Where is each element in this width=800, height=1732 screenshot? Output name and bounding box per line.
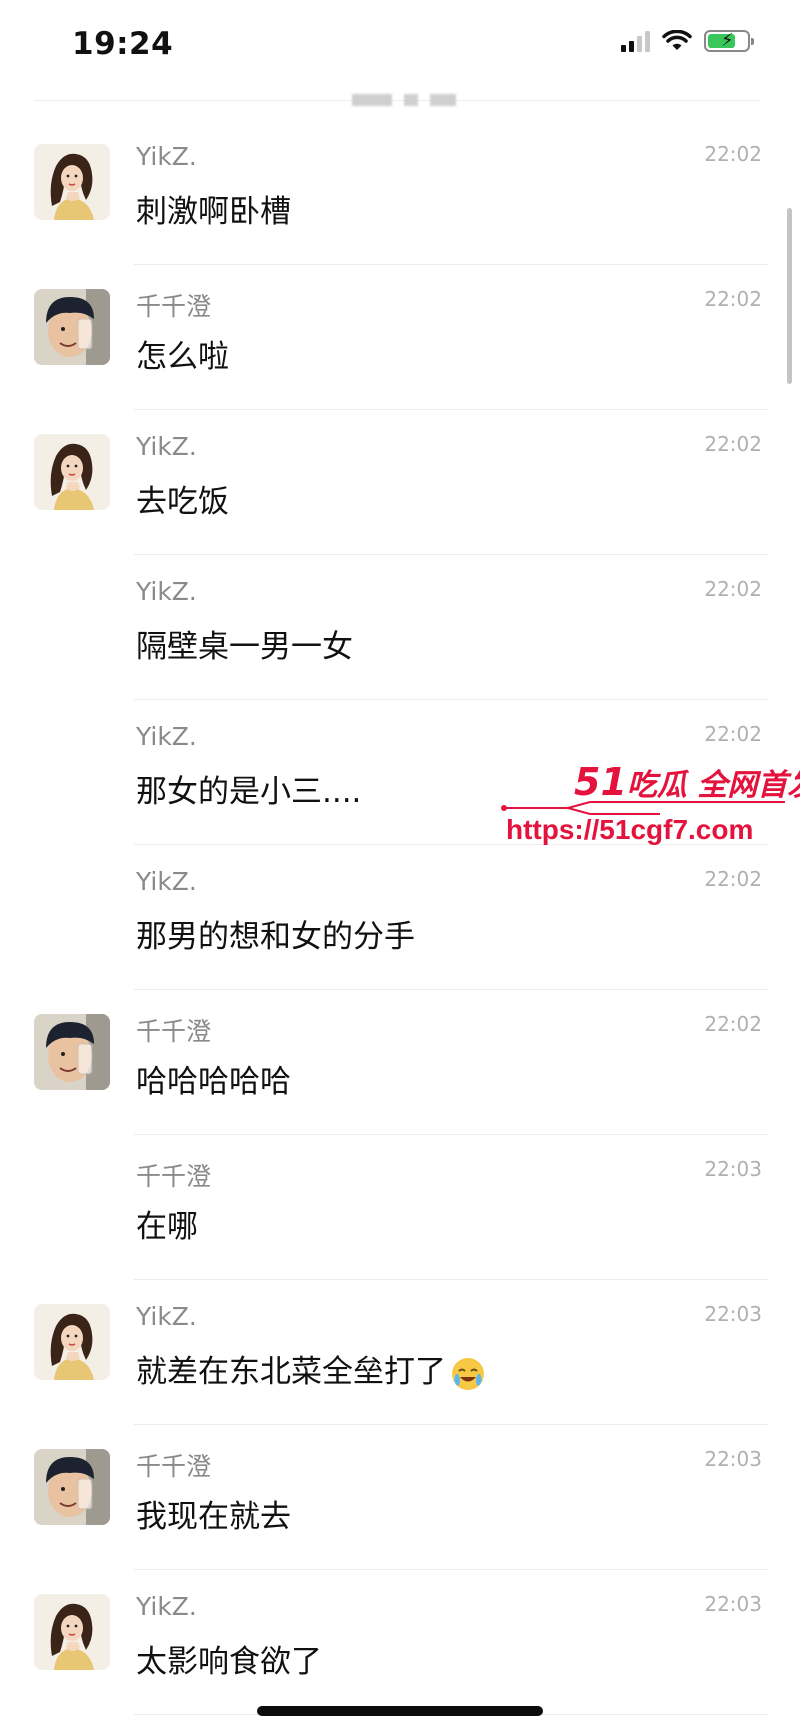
sender-name: 千千澄 (136, 292, 212, 321)
sender-name: 千千澄 (136, 1017, 212, 1046)
message-text-content: 就差在东北菜全垒打了 (136, 1354, 446, 1390)
message-text-content: 去吃饭 (136, 484, 229, 520)
message-text: 那男的想和女的分手 (136, 911, 415, 956)
watermark-brand: 51吃瓜 全网首发 (574, 760, 800, 804)
home-indicator[interactable] (257, 1706, 543, 1716)
message-text-content: 那男的想和女的分手 (136, 919, 415, 955)
message-text-content: 哈哈哈哈哈 (136, 1064, 291, 1100)
message-text-content: 太影响食欲了 (136, 1644, 322, 1680)
message-time: 22:02 (704, 287, 762, 311)
message-row[interactable]: YikZ. 22:02 刺激啊卧槽 (0, 120, 800, 265)
sender-name: YikZ. (136, 1592, 197, 1621)
message-text: 去吃饭 (136, 476, 229, 521)
message-text-content: 怎么啦 (136, 339, 229, 375)
message-time: 22:03 (704, 1157, 762, 1181)
message-row[interactable]: YikZ. 22:03 就差在东北菜全垒打了 (0, 1280, 800, 1425)
message-row[interactable]: YikZ. 22:03 太影响食欲了 (0, 1570, 800, 1715)
sender-name: YikZ. (136, 577, 197, 606)
message-time: 22:03 (704, 1447, 762, 1471)
message-time: 22:02 (704, 722, 762, 746)
message-text: 哈哈哈哈哈 (136, 1056, 291, 1101)
belle-avatar[interactable] (34, 1304, 110, 1380)
message-time: 22:03 (704, 1302, 762, 1326)
message-row[interactable]: 千千澄 22:03 在哪 (0, 1135, 800, 1280)
man-avatar[interactable] (34, 289, 110, 365)
watermark-brand-number: 51 (574, 760, 627, 804)
message-row[interactable]: YikZ. 22:02 去吃饭 (0, 410, 800, 555)
status-time: 19:24 (72, 26, 174, 62)
blurred-title (352, 94, 456, 106)
message-list[interactable]: YikZ. 22:02 刺激啊卧槽 千千澄 22:02 怎么啦 YikZ. 22:02 去吃饭 Y… (0, 120, 800, 1715)
sender-name: YikZ. (136, 867, 197, 896)
message-row[interactable]: YikZ. 22:02 那男的想和女的分手 (0, 845, 800, 990)
sender-name: YikZ. (136, 432, 197, 461)
message-time: 22:03 (704, 1592, 762, 1616)
watermark: 51吃瓜 全网首发 https://51cgf7.com (500, 760, 800, 860)
message-time: 22:02 (704, 142, 762, 166)
wifi-icon (662, 30, 692, 50)
man-avatar[interactable] (34, 1449, 110, 1525)
cellular-signal-icon (621, 30, 650, 52)
watermark-url: https://51cgf7.com (506, 814, 754, 845)
message-text: 我现在就去 (136, 1491, 291, 1536)
message-row[interactable]: YikZ. 22:02 隔壁桌一男一女 (0, 555, 800, 700)
sender-name: YikZ. (136, 722, 197, 751)
belle-avatar[interactable] (34, 144, 110, 220)
message-text: 怎么啦 (136, 331, 229, 376)
message-text-content: 刺激啊卧槽 (136, 194, 291, 230)
belle-avatar[interactable] (34, 434, 110, 510)
battery-icon: ⚡ (704, 30, 754, 52)
message-text-content: 隔壁桌一男一女 (136, 629, 353, 665)
message-text: 就差在东北菜全垒打了 (136, 1346, 486, 1392)
sender-name: 千千澄 (136, 1452, 212, 1481)
sender-name: YikZ. (136, 1302, 197, 1331)
message-text: 那女的是小三.... (136, 766, 361, 811)
message-text: 在哪 (136, 1201, 198, 1246)
message-row[interactable]: 千千澄 22:03 我现在就去 (0, 1425, 800, 1570)
message-text: 刺激啊卧槽 (136, 186, 291, 231)
status-bar: 19:24 ⚡ (0, 0, 800, 96)
crying-laughing-emoji (446, 1354, 486, 1390)
message-row[interactable]: 千千澄 22:02 哈哈哈哈哈 (0, 990, 800, 1135)
scrollbar[interactable] (787, 208, 792, 384)
message-time: 22:02 (704, 577, 762, 601)
sender-name: YikZ. (136, 142, 197, 171)
belle-avatar[interactable] (34, 1594, 110, 1670)
man-avatar[interactable] (34, 1014, 110, 1090)
sender-name: 千千澄 (136, 1162, 212, 1191)
message-time: 22:02 (704, 867, 762, 891)
message-row[interactable]: 千千澄 22:02 怎么啦 (0, 265, 800, 410)
message-text-content: 那女的是小三.... (136, 774, 362, 810)
watermark-brand-text: 吃瓜 全网首发 (626, 768, 800, 803)
message-text: 隔壁桌一男一女 (136, 621, 353, 666)
message-text-content: 我现在就去 (136, 1499, 291, 1535)
message-time: 22:02 (704, 1012, 762, 1036)
message-text-content: 在哪 (136, 1209, 198, 1245)
message-time: 22:02 (704, 432, 762, 456)
message-text: 太影响食欲了 (136, 1636, 322, 1681)
status-icons: ⚡ (621, 30, 754, 52)
